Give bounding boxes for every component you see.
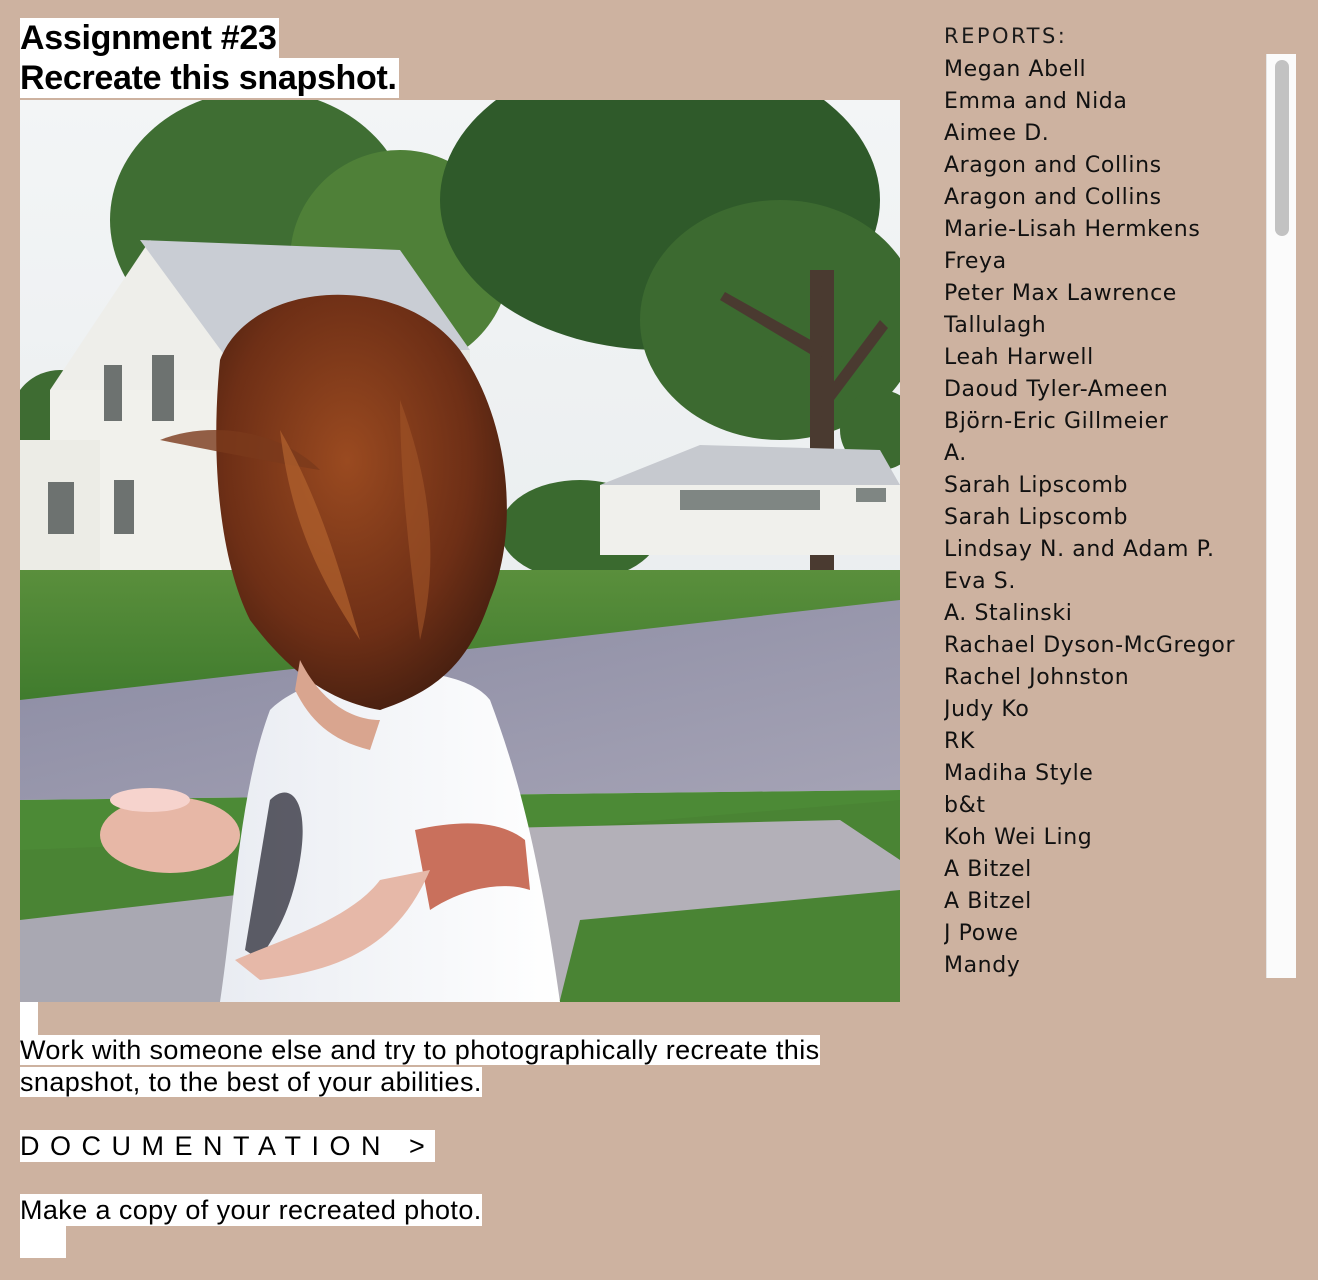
assignment-heading: Recreate this snapshot. xyxy=(20,58,399,98)
report-link[interactable]: Rachel Johnston xyxy=(944,662,1296,694)
report-link[interactable]: Freya xyxy=(944,246,1296,278)
report-link[interactable]: Marie-Lisah Hermkens xyxy=(944,214,1296,246)
report-link[interactable]: A. Stalinski xyxy=(944,598,1296,630)
report-link[interactable]: b&t xyxy=(944,790,1296,822)
reports-scrollbar[interactable] xyxy=(1266,54,1296,978)
assignment-description: Work with someone else and try to photog… xyxy=(20,1034,900,1098)
report-link[interactable]: J Powe xyxy=(944,918,1296,950)
report-link[interactable]: Koh Wei Ling xyxy=(944,822,1296,854)
report-link[interactable]: RK xyxy=(944,726,1296,758)
assignment-title: Assignment #23 Recreate this snapshot. xyxy=(20,18,399,98)
report-link[interactable]: Megan Abell xyxy=(944,54,1296,86)
report-link[interactable]: A Bitzel xyxy=(944,854,1296,886)
reports-list[interactable]: Megan Abell Emma and Nida Aimee D. Aragon a… xyxy=(944,54,1296,978)
report-link[interactable]: Peter Max Lawrence xyxy=(944,278,1296,310)
report-link[interactable]: Aimee D. xyxy=(944,118,1296,150)
description-text: Work with someone else and try to photog… xyxy=(20,1035,820,1097)
snapshot-photo xyxy=(20,100,900,1002)
report-link[interactable]: Aragon and Collins xyxy=(944,150,1296,182)
copy-instruction: Make a copy of your recreated photo. xyxy=(20,1194,482,1226)
report-link[interactable]: Tallulagh xyxy=(944,310,1296,342)
scrollbar-thumb[interactable] xyxy=(1275,60,1289,236)
report-link[interactable]: Rachael Dyson-McGregor xyxy=(944,630,1296,662)
highlight-strip-bottom xyxy=(20,1226,66,1258)
report-link[interactable]: Judy Ko xyxy=(944,694,1296,726)
report-link[interactable]: Aragon and Collins xyxy=(944,182,1296,214)
reports-items: Megan Abell Emma and Nida Aimee D. Aragon a… xyxy=(944,54,1296,978)
reports-heading: REPORTS: xyxy=(944,24,1068,48)
highlight-strip-top xyxy=(20,1002,38,1036)
assignment-number: Assignment #23 xyxy=(20,18,279,58)
report-link[interactable]: A Bitzel xyxy=(944,886,1296,918)
report-link[interactable]: A. xyxy=(944,438,1296,470)
documentation-link[interactable]: DOCUMENTATION > xyxy=(20,1130,436,1162)
report-link[interactable]: Björn-Eric Gillmeier xyxy=(944,406,1296,438)
report-link[interactable]: Madiha Style xyxy=(944,758,1296,790)
report-link[interactable]: Mandy xyxy=(944,950,1296,978)
report-link[interactable]: Sarah Lipscomb xyxy=(944,470,1296,502)
report-link[interactable]: Daoud Tyler-Ameen xyxy=(944,374,1296,406)
report-link[interactable]: Emma and Nida xyxy=(944,86,1296,118)
report-link[interactable]: Sarah Lipscomb xyxy=(944,502,1296,534)
report-link[interactable]: Eva S. xyxy=(944,566,1296,598)
report-link[interactable]: Leah Harwell xyxy=(944,342,1296,374)
report-link[interactable]: Lindsay N. and Adam P. xyxy=(944,534,1296,566)
